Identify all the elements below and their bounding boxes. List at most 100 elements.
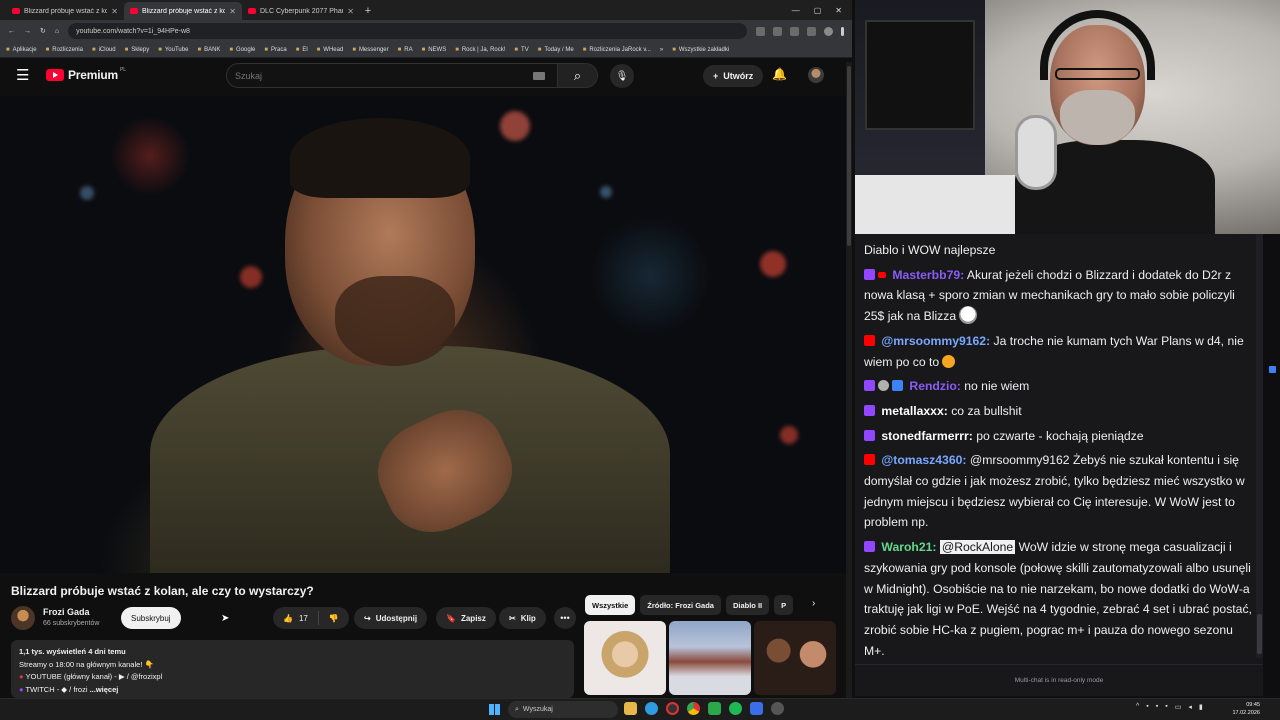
close-tab-icon[interactable]: ✕ xyxy=(111,7,118,16)
scrollbar-thumb[interactable] xyxy=(847,66,851,246)
bookmark-item[interactable]: Messenger xyxy=(352,47,389,53)
show-more-link[interactable]: ...więcej xyxy=(90,685,119,694)
chat-scrollbar-thumb[interactable] xyxy=(1257,614,1262,654)
video-player[interactable] xyxy=(0,96,847,573)
app-icon[interactable] xyxy=(771,702,784,715)
chat-scrollbar[interactable] xyxy=(1256,234,1263,658)
keyboard-icon[interactable] xyxy=(533,71,545,80)
video-thumbnail[interactable] xyxy=(584,621,666,695)
close-tab-icon[interactable]: ✕ xyxy=(229,7,236,16)
volume-icon[interactable]: ◂ xyxy=(1188,703,1192,711)
search-button[interactable]: ⌕ xyxy=(557,64,597,87)
page-scrollbar[interactable] xyxy=(846,62,852,698)
video-thumbnail[interactable] xyxy=(669,621,751,695)
bookmark-item[interactable]: WHead xyxy=(317,47,343,53)
chat-username[interactable]: Masterbb79: xyxy=(892,268,964,282)
chat-mention[interactable]: @RockAlone xyxy=(939,540,1016,555)
notifications-bell-icon[interactable]: 🔔 xyxy=(772,67,787,81)
battery-icon[interactable]: ▮ xyxy=(1199,703,1203,711)
channel-avatar[interactable] xyxy=(11,606,35,630)
bookmark-item[interactable]: Today / Me xyxy=(538,47,573,53)
close-tab-icon[interactable]: ✕ xyxy=(347,7,354,16)
spreadsheet-icon[interactable] xyxy=(708,702,721,715)
home-icon[interactable]: ⌂ xyxy=(55,28,59,35)
bookmark-item[interactable]: NEWS xyxy=(422,47,446,53)
microphone-icon[interactable]: 🎙 xyxy=(610,64,634,88)
network-icon[interactable]: ▭ xyxy=(1175,703,1182,711)
dislike-button[interactable]: 👎 xyxy=(319,614,349,623)
bookmark-item[interactable]: Rock | Ja, Rock! xyxy=(455,47,506,53)
bookmark-item[interactable]: TV xyxy=(514,47,529,53)
minimize-icon[interactable]: — xyxy=(792,6,800,15)
taskbar-search[interactable]: ⌕ Wyszukaj xyxy=(508,701,618,718)
windows-start-icon[interactable] xyxy=(489,704,500,715)
bookmark-item[interactable]: BANK xyxy=(197,47,220,53)
chevron-up-icon[interactable]: ^ xyxy=(1136,703,1139,711)
bookmark-item[interactable]: Google xyxy=(229,47,255,53)
subscribe-button[interactable]: Subskrybuj xyxy=(121,607,181,629)
kebab-menu-icon[interactable] xyxy=(841,26,844,36)
maximize-icon[interactable]: ▢ xyxy=(814,6,822,15)
chat-username[interactable]: Rendzio: xyxy=(909,379,960,393)
chip-partial[interactable]: P xyxy=(774,595,794,615)
bookmark-item[interactable]: iCloud xyxy=(92,47,116,53)
chat-username[interactable]: Waroh21: xyxy=(881,540,936,554)
browser-tab-1[interactable]: Blizzard próbuje wstać z kolan ✕ xyxy=(6,2,124,20)
extension-icon[interactable] xyxy=(756,26,765,36)
file-explorer-icon[interactable] xyxy=(624,702,637,715)
bookmark-item[interactable]: Aplikacje xyxy=(6,47,37,53)
bookmark-item[interactable]: RA xyxy=(398,47,412,53)
bookmark-item[interactable]: Rozliczenia xyxy=(46,47,83,53)
chevron-right-icon[interactable]: › xyxy=(812,598,815,609)
description-line: ● YOUTUBE (główny kanał) - ▶ / @frozixpl xyxy=(19,671,566,684)
opera-icon[interactable] xyxy=(666,702,679,715)
like-button[interactable]: 👍 17 xyxy=(273,611,319,625)
chip-diablo[interactable]: Diablo II xyxy=(725,595,770,615)
extension-icon[interactable] xyxy=(790,26,799,36)
chrome-icon[interactable] xyxy=(687,702,700,715)
forward-icon[interactable]: → xyxy=(24,28,31,35)
close-window-icon[interactable]: ✕ xyxy=(835,6,842,15)
back-icon[interactable]: ← xyxy=(8,28,15,35)
bookmark-item[interactable]: Sklepy xyxy=(125,47,149,53)
channel-name[interactable]: Frozi Gada xyxy=(43,607,90,617)
browser-tab-2[interactable]: Blizzard próbuje wstać z kolan ✕ xyxy=(124,2,242,20)
create-button[interactable]: + Utwórz xyxy=(703,65,764,87)
chip-all[interactable]: Wszystkie xyxy=(585,595,636,615)
chat-username[interactable]: stonedfarmerrr: xyxy=(881,429,972,443)
extension-icon[interactable] xyxy=(773,26,782,36)
browser-tab-3[interactable]: DLC Cyberpunk 2077 Phantom ✕ xyxy=(242,2,360,20)
url-field[interactable]: youtube.com/watch?v=1i_94HPe-w8 xyxy=(68,23,747,39)
bookmark-item[interactable]: YouTube xyxy=(158,47,189,53)
chat-username[interactable]: @tomasz4360: xyxy=(881,453,966,467)
account-avatar[interactable] xyxy=(808,67,824,83)
chip-source[interactable]: Źródło: Frozi Gada xyxy=(640,595,721,615)
profile-icon[interactable] xyxy=(824,26,833,36)
tray-app-icon[interactable]: ▪ xyxy=(1146,703,1148,711)
clip-button[interactable]: ✂ Klip xyxy=(499,607,546,629)
save-button[interactable]: 🔖 Zapisz xyxy=(436,607,496,629)
more-actions-icon[interactable]: ••• xyxy=(554,607,576,629)
new-tab-icon[interactable]: + xyxy=(360,2,376,20)
bookmark-item[interactable]: Praca xyxy=(264,47,287,53)
spotify-icon[interactable] xyxy=(729,702,742,715)
share-button[interactable]: ↪ Udostępnij xyxy=(354,607,428,629)
youtube-logo[interactable]: Premium PL xyxy=(46,67,126,82)
video-thumbnail[interactable] xyxy=(754,621,836,695)
hamburger-menu-icon[interactable]: ☰ xyxy=(16,66,36,84)
bookmark-item[interactable]: Rozliczenia JaRock v... xyxy=(583,47,651,53)
more-bookmarks-icon[interactable]: » xyxy=(660,47,663,53)
video-description[interactable]: 1,1 tys. wyświetleń 4 dni temu Streamy o… xyxy=(11,640,574,698)
all-bookmarks-folder[interactable]: Wszystkie zakładki xyxy=(672,47,729,53)
bookmark-item[interactable]: El xyxy=(296,47,307,53)
chat-username[interactable]: metallaxxx: xyxy=(881,404,947,418)
taskbar-clock[interactable]: 09:45 17.02.2026 xyxy=(1228,701,1260,717)
vscode-icon[interactable] xyxy=(750,702,763,715)
edge-icon[interactable] xyxy=(645,702,658,715)
tray-app-icon[interactable]: ▪ xyxy=(1165,703,1167,711)
reload-icon[interactable]: ↻ xyxy=(40,27,46,35)
chat-username[interactable]: @mrsoommy9162: xyxy=(881,334,990,348)
extension-icon[interactable] xyxy=(807,26,816,36)
search-input[interactable] xyxy=(227,70,533,81)
tray-app-icon[interactable]: ▪ xyxy=(1156,703,1158,711)
